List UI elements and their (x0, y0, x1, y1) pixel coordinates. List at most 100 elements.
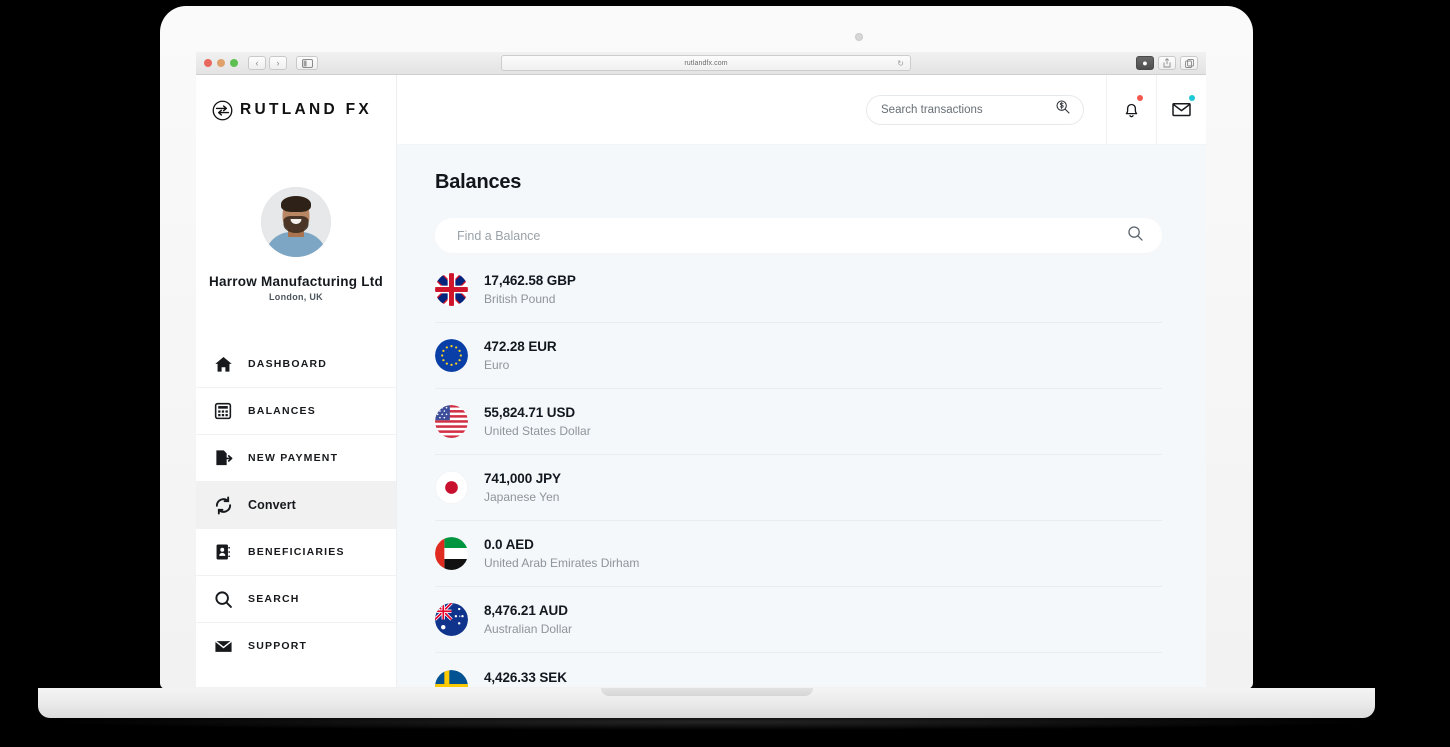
profile-block: Harrow Manufacturing Ltd London, UK (196, 145, 396, 302)
sidebar-item-label: SEARCH (248, 593, 300, 605)
notifications-button[interactable] (1106, 74, 1156, 145)
balance-currency-name: British Pound (484, 292, 556, 306)
balance-currency-name: Japanese Yen (484, 490, 560, 504)
avatar (261, 187, 331, 257)
notifications-badge (1137, 94, 1143, 101)
document-send-icon (213, 448, 233, 468)
balance-currency-name: United States Dollar (484, 424, 591, 438)
magnifier-icon (213, 589, 233, 609)
balance-amount: 0.0 AED (484, 537, 534, 552)
balance-text: 4,426.33 SEKSwedish krona (484, 670, 567, 688)
topbar (397, 74, 1206, 145)
balance-amount: 55,824.71 USD (484, 405, 576, 420)
messages-badge (1189, 94, 1195, 101)
flag-gb-icon (435, 273, 468, 306)
sidebar-item-beneficiaries[interactable]: BENEFICIARIES (196, 528, 396, 575)
dollar-magnifier-icon[interactable] (1055, 99, 1071, 120)
find-balance-input[interactable] (457, 228, 1127, 243)
sidebar-nav: DASHBOARD BALANCES NEW PAYMENT Convert B… (196, 340, 396, 669)
sidebar-item-dashboard[interactable]: DASHBOARD (196, 340, 396, 387)
balance-text: 55,824.71 USD United States Dollar (484, 405, 591, 438)
balance-amount: 17,462.58 GBP (484, 273, 576, 288)
sidebar: RUTLAND FX Harrow Manufacturing Ltd Lond… (196, 75, 397, 687)
brand-logo[interactable]: RUTLAND FX (196, 75, 396, 145)
sidebar-item-label: Convert (248, 498, 296, 512)
balance-row[interactable]: 741,000 JPY Japanese Yen (435, 455, 1162, 521)
balance-text: 0.0 AED United Arab Emirates Dirham (484, 537, 639, 570)
home-icon (213, 354, 233, 374)
balance-row[interactable]: 4,426.33 SEKSwedish krona (435, 653, 1162, 687)
balance-currency-name: United Arab Emirates Dirham (484, 556, 640, 570)
browser-chrome: ‹ › rutlandfx.com ↻ ● (196, 52, 1206, 75)
browser-window: ‹ › rutlandfx.com ↻ ● RUTLAND FX Harrow … (196, 52, 1206, 687)
balance-text: 17,462.58 GBP British Pound (484, 273, 576, 306)
balance-amount: 4,426.33 SEK (484, 669, 567, 685)
balance-text: 472.28 EUR Euro (484, 339, 557, 372)
app-shell: RUTLAND FX Harrow Manufacturing Ltd Lond… (196, 74, 1206, 687)
organisation-name: Harrow Manufacturing Ltd (209, 274, 383, 289)
close-window-button[interactable] (204, 59, 212, 67)
reload-icon[interactable]: ↻ (897, 59, 904, 68)
organisation-location: London, UK (269, 292, 323, 302)
flag-eu-icon (435, 339, 468, 372)
sidebar-item-balances[interactable]: BALANCES (196, 387, 396, 434)
balance-text: 741,000 JPY Japanese Yen (484, 471, 561, 504)
screenshot-stage: ‹ › rutlandfx.com ↻ ● RUTLAND FX Harrow … (0, 0, 1450, 747)
sidebar-item-search[interactable]: SEARCH (196, 575, 396, 622)
webcam-icon (855, 33, 863, 41)
sidebar-item-label: SUPPORT (248, 640, 308, 652)
flag-au-icon (435, 603, 468, 636)
sidebar-item-label: DASHBOARD (248, 358, 328, 370)
address-book-icon (213, 542, 233, 562)
flag-jp-icon (435, 471, 468, 504)
sidebar-item-label: BENEFICIARIES (248, 546, 345, 558)
tabs-icon[interactable] (1180, 56, 1198, 70)
content-panel: Balances 17,462.58 GBP British Pound 472.2… (397, 145, 1206, 687)
balance-currency-name: Euro (484, 358, 510, 372)
balance-row[interactable]: 17,462.58 GBP British Pound (435, 257, 1162, 323)
balance-row[interactable]: 8,476.21 AUD Australian Dollar (435, 587, 1162, 653)
browser-nav-buttons[interactable]: ‹ › (248, 56, 318, 70)
brand-name: RUTLAND FX (240, 101, 373, 118)
find-balance-field[interactable] (435, 218, 1162, 253)
balance-amount: 472.28 EUR (484, 339, 557, 354)
shield-icon[interactable]: ● (1136, 56, 1154, 70)
url-text: rutlandfx.com (684, 59, 728, 67)
minimize-window-button[interactable] (217, 59, 225, 67)
flag-se-icon (435, 669, 468, 687)
calculator-icon (213, 401, 233, 421)
search-transactions-field[interactable] (866, 94, 1084, 125)
search-input[interactable] (881, 103, 1055, 116)
balance-text: 8,476.21 AUD Australian Dollar (484, 603, 572, 636)
balances-list: 17,462.58 GBP British Pound 472.28 EUR Euro… (435, 257, 1162, 687)
flag-ae-icon (435, 537, 468, 570)
sidebar-item-label: NEW PAYMENT (248, 452, 339, 464)
page-title: Balances (435, 171, 522, 193)
balance-amount: 8,476.21 AUD (484, 603, 568, 618)
sidebar-item-new-payment[interactable]: NEW PAYMENT (196, 434, 396, 481)
main-area: Balances 17,462.58 GBP British Pound 472.2… (397, 74, 1206, 687)
share-icon[interactable] (1158, 56, 1176, 70)
refresh-convert-icon (213, 495, 233, 515)
flag-us-icon (435, 405, 468, 438)
envelope-icon (213, 636, 233, 656)
balance-amount: 741,000 JPY (484, 471, 561, 486)
browser-toolbar-right[interactable]: ● (1136, 56, 1198, 70)
balance-row[interactable]: 55,824.71 USD United States Dollar (435, 389, 1162, 455)
exchange-circle-logo-icon (212, 100, 233, 121)
sidebar-item-support[interactable]: SUPPORT (196, 622, 396, 669)
back-chevron-icon[interactable]: ‹ (248, 56, 266, 70)
magnifier-icon[interactable] (1127, 225, 1144, 247)
laptop-base (38, 688, 1375, 718)
balance-currency-name: Australian Dollar (484, 622, 573, 636)
sidebar-item-convert[interactable]: Convert (196, 481, 396, 528)
sidebar-item-label: BALANCES (248, 405, 316, 417)
forward-chevron-icon[interactable]: › (269, 56, 287, 70)
sidebar-toggle-icon[interactable] (296, 56, 318, 70)
messages-button[interactable] (1156, 74, 1206, 145)
maximize-window-button[interactable] (230, 59, 238, 67)
balance-row[interactable]: 0.0 AED United Arab Emirates Dirham (435, 521, 1162, 587)
window-controls[interactable] (204, 59, 238, 67)
address-bar[interactable]: rutlandfx.com ↻ (501, 55, 911, 71)
balance-row[interactable]: 472.28 EUR Euro (435, 323, 1162, 389)
